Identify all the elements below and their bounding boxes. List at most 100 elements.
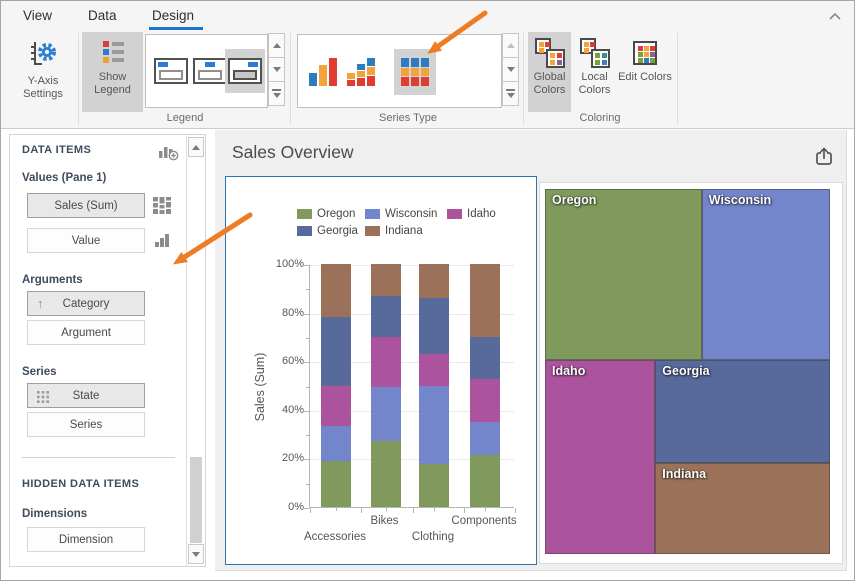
add-data-item-icon[interactable]	[158, 142, 179, 161]
x-tick-mark	[336, 508, 337, 511]
legend-item: Georgia	[297, 225, 358, 237]
gallery-dropdown-button[interactable]	[268, 81, 285, 106]
category-label: Bikes	[370, 515, 398, 527]
data-item-sales-sum[interactable]: Sales (Sum)	[27, 193, 145, 218]
bar-segment[interactable]	[371, 387, 401, 442]
show-legend-label: Show Legend	[82, 71, 143, 97]
full-stacked-bar-series-option[interactable]	[398, 55, 432, 89]
tab-design[interactable]: Design	[152, 1, 194, 30]
gallery-dropdown-button[interactable]	[502, 81, 519, 106]
scroll-down-button[interactable]	[268, 57, 285, 82]
ribbon-separator	[78, 33, 79, 125]
section-divider	[22, 457, 175, 458]
triangle-down-icon	[273, 93, 281, 98]
legend-item: Wisconsin	[365, 208, 437, 220]
data-item-category[interactable]: ↑ Category	[27, 291, 145, 316]
legend-label: Idaho	[467, 208, 496, 220]
bar-segment[interactable]	[470, 337, 500, 380]
bar-segment[interactable]	[371, 264, 401, 296]
bar-segment[interactable]	[470, 379, 500, 422]
bar-segment[interactable]	[470, 264, 500, 337]
dashboard-surface: Sales Overview OregonWisconsinIdahoGeorg…	[215, 130, 847, 571]
bar-segment[interactable]	[470, 422, 500, 455]
triangle-down-icon	[507, 93, 515, 98]
legend-top-center-option[interactable]	[193, 58, 227, 84]
hidden-data-items-title: HIDDEN DATA ITEMS	[22, 478, 139, 490]
data-item-label: Series	[70, 419, 103, 431]
edit-colors-button[interactable]: Edit Colors	[618, 32, 672, 112]
bar-segment[interactable]	[321, 317, 351, 385]
stacked-bar-series-option[interactable]	[344, 55, 378, 89]
x-tick-mark	[386, 508, 387, 511]
bar-segment[interactable]	[371, 441, 401, 507]
scroll-up-button[interactable]	[188, 137, 204, 157]
bar-segment[interactable]	[321, 386, 351, 426]
legend-swatch	[297, 226, 312, 236]
legend-swatch	[365, 209, 380, 219]
bar-segment[interactable]	[321, 426, 351, 461]
legend-top-right-option[interactable]	[228, 58, 262, 84]
triangle-down-icon	[273, 67, 281, 72]
bar-segment[interactable]	[371, 296, 401, 337]
treemap-item[interactable]: OregonWisconsin IdahoGeorgia Indiana	[539, 182, 843, 564]
treemap-tile[interactable]: Wisconsin	[702, 189, 830, 360]
sidebar-scrollbar[interactable]	[186, 135, 205, 566]
tab-data[interactable]: Data	[88, 1, 117, 30]
y-tick-label: 40%	[244, 404, 304, 416]
data-item-label: Argument	[61, 327, 111, 339]
scroll-down-button[interactable]	[188, 544, 204, 564]
chart-legend: OregonWisconsinIdahoGeorgiaIndiana	[226, 177, 536, 247]
y-tick-mark	[304, 362, 309, 363]
data-item-state[interactable]: State	[27, 383, 145, 408]
data-items-panel: DATA ITEMS Values (Pane 1) Sales (Sum) V…	[9, 134, 206, 567]
data-item-series-placeholder[interactable]: Series	[27, 412, 145, 437]
data-item-label: State	[73, 390, 100, 402]
scrollbar-thumb[interactable]	[190, 457, 202, 543]
y-axis-settings-button[interactable]: Y-Axis Settings	[11, 32, 75, 112]
x-tick-mark	[434, 508, 435, 511]
bar-segment[interactable]	[419, 354, 449, 386]
triangle-up-icon	[273, 43, 281, 48]
legend-mark	[248, 62, 258, 67]
x-tick-mark	[310, 508, 311, 513]
treemap-tile[interactable]: Oregon	[545, 189, 702, 360]
show-legend-icon	[100, 38, 126, 64]
bar-segment[interactable]	[419, 298, 449, 354]
treemap-tile[interactable]: Idaho	[545, 360, 655, 554]
export-icon[interactable]	[813, 145, 835, 167]
bar-segment[interactable]	[371, 337, 401, 387]
tab-view[interactable]: View	[23, 1, 52, 30]
x-tick-mark	[464, 508, 465, 513]
data-item-argument-placeholder[interactable]: Argument	[27, 320, 145, 345]
treemap-tile[interactable]: Indiana	[655, 463, 830, 554]
stacked-bar-chart-item[interactable]: OregonWisconsinIdahoGeorgiaIndiana Sales…	[225, 176, 537, 565]
bar-segment[interactable]	[419, 264, 449, 298]
data-item-label: Value	[72, 235, 101, 247]
global-colors-button[interactable]: Global Colors	[528, 32, 571, 112]
legend-swatch	[447, 209, 462, 219]
y-tick-mark	[306, 484, 309, 485]
bar-segment[interactable]	[470, 455, 500, 507]
full-stacked-bar-icon	[153, 197, 171, 214]
treemap: OregonWisconsin IdahoGeorgia Indiana	[545, 189, 830, 554]
show-legend-button[interactable]: Show Legend	[82, 32, 143, 112]
bar-segment[interactable]	[419, 386, 449, 465]
scroll-down-button[interactable]	[502, 57, 519, 82]
treemap-tile-label: Georgia	[656, 361, 829, 381]
scroll-up-button[interactable]	[268, 33, 285, 58]
treemap-tile[interactable]: Georgia	[655, 360, 830, 464]
bar-series-option[interactable]	[306, 55, 340, 89]
plot-mark	[233, 70, 257, 80]
local-colors-button[interactable]: Local Colors	[573, 32, 616, 112]
data-item-value-placeholder[interactable]: Value	[27, 228, 145, 253]
bar-segment[interactable]	[321, 264, 351, 317]
bar-segment[interactable]	[419, 464, 449, 507]
bar-segment[interactable]	[321, 461, 351, 507]
selected-series-type	[394, 49, 436, 95]
scroll-up-button[interactable]	[502, 33, 519, 58]
data-item-dimension-placeholder[interactable]: Dimension	[27, 527, 145, 552]
legend-label: Oregon	[317, 208, 355, 220]
local-colors-label: Local Colors	[575, 71, 615, 97]
legend-top-left-option[interactable]	[154, 58, 188, 84]
collapse-ribbon-chevron-icon[interactable]	[829, 12, 841, 21]
